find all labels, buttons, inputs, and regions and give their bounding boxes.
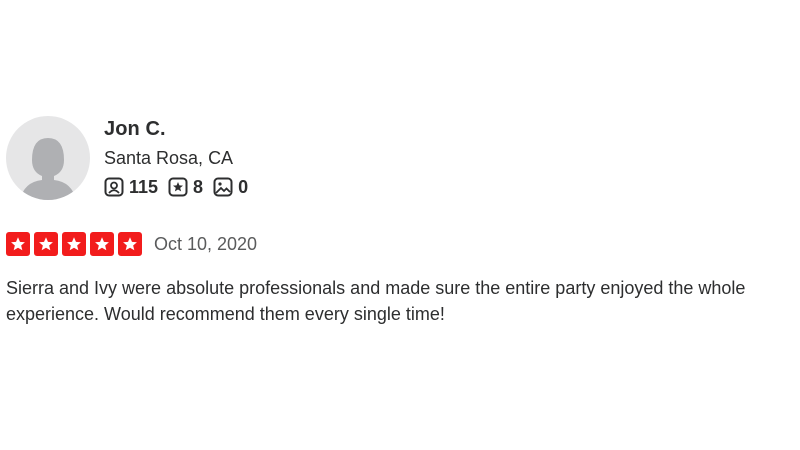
rating-star-icon [34,232,58,256]
rating-star-icon [6,232,30,256]
rating-star-icon [62,232,86,256]
reviews-count-value: 8 [193,177,204,197]
photos-icon [213,177,233,197]
reviewer-header: Jon C. Santa Rosa, CA 115 8 0 [6,116,258,200]
rating-star-icon [90,232,114,256]
default-user-avatar-icon [20,138,76,200]
photos-count-value: 0 [238,177,249,197]
friends-count: 115 [104,176,158,198]
review-date: Oct 10, 2020 [154,234,258,254]
reviewer-stats: 115 8 0 [104,176,258,198]
reviewer-location: Santa Rosa, CA [104,148,234,168]
reviewer-name[interactable]: Jon C. [104,116,258,142]
photos-count: 0 [213,176,248,198]
reviews-count: 8 [168,176,203,198]
star-rating [6,232,146,256]
review-text: Sierra and Ivy were absolute professiona… [6,278,746,324]
rating-star-icon [118,232,142,256]
review-card: Jon C. Santa Rosa, CA 115 8 0 Oct 10, 20… [0,0,800,450]
reviewer-info: Jon C. Santa Rosa, CA 115 8 0 [104,116,258,198]
friends-icon [104,177,124,197]
reviews-star-icon [168,177,188,197]
rating-row: Oct 10, 2020 [6,232,257,256]
avatar[interactable] [6,116,90,200]
friends-count-value: 115 [129,177,159,197]
